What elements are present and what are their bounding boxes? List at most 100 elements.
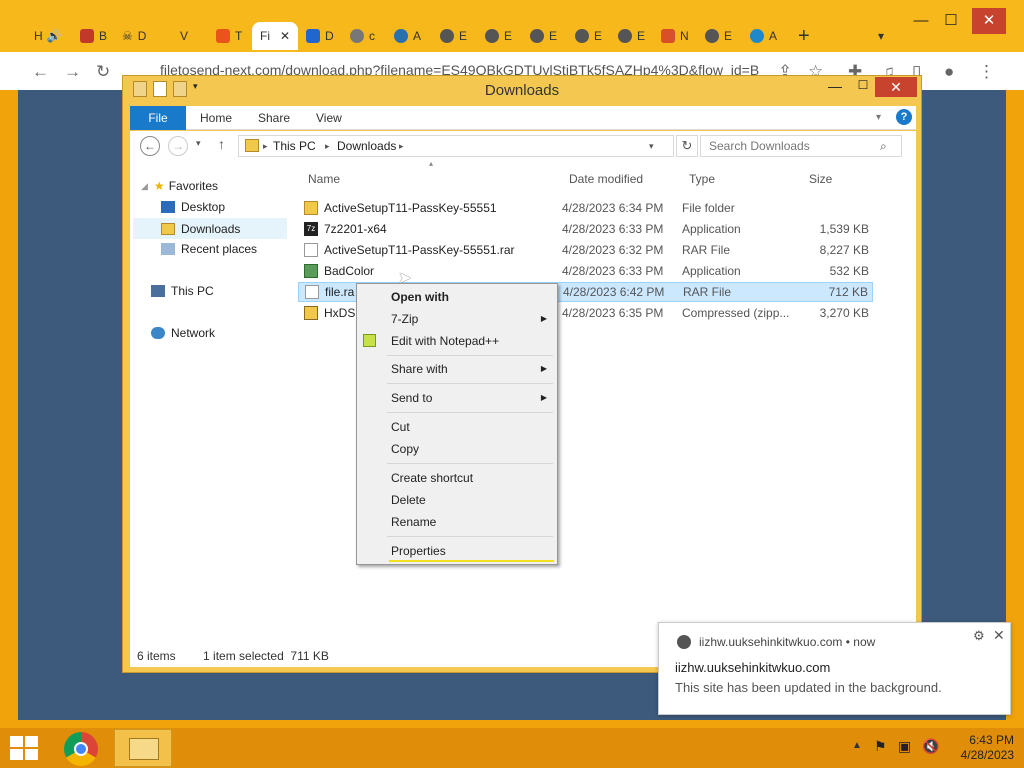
nav-downloads[interactable]: Downloads <box>133 218 287 239</box>
menu-item-open-with[interactable]: Open with <box>357 287 557 307</box>
tab-view[interactable]: View <box>316 106 342 130</box>
close-icon[interactable]: ✕ <box>280 29 290 43</box>
nav-network[interactable]: Network <box>151 326 215 340</box>
up-arrow-icon[interactable]: ↑ <box>218 136 225 152</box>
browser-tab[interactable]: B <box>80 22 107 50</box>
explorer-title-bar[interactable]: ▾ Downloads — ☐ ✕ <box>123 76 921 104</box>
file-row[interactable]: ActiveSetupT11-PassKey-55551 4/28/2023 6… <box>298 198 873 218</box>
browser-tab[interactable]: E <box>485 22 512 50</box>
tab-home[interactable]: Home <box>200 106 232 130</box>
browser-tab[interactable]: A <box>750 22 777 50</box>
folder-icon <box>245 139 259 152</box>
menu-item-share-with[interactable]: Share with ▶ <box>357 359 557 379</box>
menu-item-send-to[interactable]: Send to ▶ <box>357 388 557 408</box>
browser-tab[interactable]: N <box>661 22 689 50</box>
file-row[interactable]: 7z 7z2201-x64 4/28/2023 6:33 PM Applicat… <box>298 219 873 239</box>
recent-locations-chevron-icon[interactable]: ▾ <box>196 138 201 149</box>
browser-tab[interactable]: E <box>575 22 602 50</box>
chevron-right-icon[interactable]: ▸ <box>399 136 404 156</box>
menu-item-create-shortcut[interactable]: Create shortcut <box>357 468 557 488</box>
chrome-taskbar-icon[interactable] <box>64 732 98 766</box>
browser-tab[interactable]: ☠ D <box>122 22 146 50</box>
explorer-maximize-button[interactable]: ☐ <box>851 78 875 92</box>
browser-tab[interactable]: E <box>530 22 557 50</box>
search-icon[interactable]: ⌕ <box>880 139 887 154</box>
column-header-type[interactable]: Type <box>689 172 715 186</box>
browser-tab[interactable]: V <box>180 22 188 50</box>
system-clock[interactable]: 6:43 PM 4/28/2023 <box>944 733 1014 763</box>
globe-icon <box>350 29 364 43</box>
explorer-minimize-button[interactable]: — <box>823 78 847 94</box>
menu-separator <box>387 463 553 464</box>
status-item-count: 6 items <box>137 649 176 663</box>
back-arrow-icon[interactable]: ← <box>32 62 49 82</box>
breadcrumb-downloads[interactable]: Downloads <box>337 136 396 156</box>
menu-kebab-icon[interactable]: ⋮ <box>978 62 995 82</box>
nav-this-pc[interactable]: This PC <box>151 284 214 298</box>
chevron-down-icon[interactable]: ▾ <box>876 106 881 130</box>
browser-tab[interactable]: c <box>350 22 375 50</box>
new-tab-button[interactable]: + <box>798 22 810 50</box>
tab-search-chevron-icon[interactable]: ▾ <box>878 22 884 50</box>
menu-item-7zip[interactable]: 7-Zip ▶ <box>357 309 557 329</box>
forward-arrow-icon[interactable]: → <box>168 136 188 156</box>
browser-tab[interactable]: E <box>440 22 467 50</box>
help-icon[interactable]: ? <box>896 109 912 125</box>
chevron-down-icon[interactable]: ◢ <box>141 181 148 192</box>
volume-muted-icon[interactable]: 🔇 <box>922 738 939 755</box>
column-header-name[interactable]: Name <box>308 172 340 186</box>
chevron-right-icon[interactable]: ▸ <box>325 136 330 156</box>
chevron-right-icon[interactable]: ▸ <box>263 136 268 156</box>
chevron-up-icon[interactable]: ▲ <box>852 740 862 751</box>
address-bar[interactable]: ▸ This PC ▸ Downloads ▸ ▾ <box>238 135 674 157</box>
browser-notification[interactable]: iizhw.uuksehinkitwkuo.com • now ⚙ ✕ iizh… <box>658 622 1011 715</box>
breadcrumb-this-pc[interactable]: This PC <box>273 136 316 156</box>
chrome-maximize-button[interactable]: ☐ <box>938 8 964 34</box>
refresh-icon[interactable]: ↻ <box>676 135 698 157</box>
reload-icon[interactable]: ↻ <box>96 62 110 82</box>
column-header-date[interactable]: Date modified <box>569 172 643 186</box>
address-row: ← → ▾ ↑ ▸ This PC ▸ Downloads ▸ ▾ ↻ Sear… <box>130 131 916 163</box>
explorer-close-button[interactable]: ✕ <box>875 77 917 97</box>
clock-date: 4/28/2023 <box>960 748 1014 762</box>
7zip-app-icon: 7z <box>304 222 318 236</box>
chrome-tabbar: H 🔊 B ☠ D V T Fi ✕ D c A E E E E E N E A + … <box>0 0 1024 52</box>
browser-tab[interactable]: E <box>618 22 645 50</box>
menu-item-cut[interactable]: Cut <box>357 417 557 437</box>
notification-body: This site has been updated in the backgr… <box>675 680 942 695</box>
profile-avatar-icon[interactable]: ● <box>944 62 954 82</box>
action-center-flag-icon[interactable]: ⚑ <box>874 738 887 755</box>
back-arrow-icon[interactable]: ← <box>140 136 160 156</box>
close-icon[interactable]: ✕ <box>993 627 1005 644</box>
chrome-close-button[interactable]: ✕ <box>972 8 1006 34</box>
browser-tab-active[interactable]: Fi ✕ <box>252 22 298 50</box>
tab-file[interactable]: File <box>130 106 186 130</box>
chrome-minimize-button[interactable]: — <box>908 8 934 34</box>
search-input[interactable]: Search Downloads <box>700 135 902 157</box>
nav-desktop[interactable]: Desktop <box>161 200 225 214</box>
browser-tab[interactable]: T <box>216 22 242 50</box>
file-row[interactable]: ActiveSetupT11-PassKey-55551.rar 4/28/20… <box>298 240 873 260</box>
chevron-right-icon: ▶ <box>540 364 547 373</box>
windows-start-icon[interactable] <box>10 736 38 760</box>
folder-icon <box>129 738 159 760</box>
chevron-down-icon[interactable]: ▾ <box>649 136 654 156</box>
tab-share[interactable]: Share <box>258 106 290 130</box>
browser-tab[interactable]: D <box>306 22 334 50</box>
browser-tab[interactable]: H 🔊 <box>34 22 62 50</box>
nav-recent-places[interactable]: Recent places <box>161 242 257 256</box>
browser-tab[interactable]: A <box>394 22 421 50</box>
menu-item-properties[interactable]: Properties <box>357 541 557 561</box>
network-status-icon[interactable]: ▣ <box>898 738 911 755</box>
file-row[interactable]: BadColor 4/28/2023 6:33 PM Application 5… <box>298 261 873 281</box>
file-explorer-taskbar-button[interactable] <box>114 729 172 767</box>
nav-favorites[interactable]: ◢ ★ Favorites <box>141 179 218 193</box>
menu-item-rename[interactable]: Rename <box>357 512 557 532</box>
browser-tab[interactable]: E <box>705 22 732 50</box>
forward-arrow-icon[interactable]: → <box>64 62 81 82</box>
menu-item-delete[interactable]: Delete <box>357 490 557 510</box>
menu-item-edit-notepad[interactable]: Edit with Notepad++ <box>357 331 557 351</box>
menu-item-copy[interactable]: Copy <box>357 439 557 459</box>
gear-icon[interactable]: ⚙ <box>973 628 985 644</box>
column-header-size[interactable]: Size <box>809 172 832 186</box>
